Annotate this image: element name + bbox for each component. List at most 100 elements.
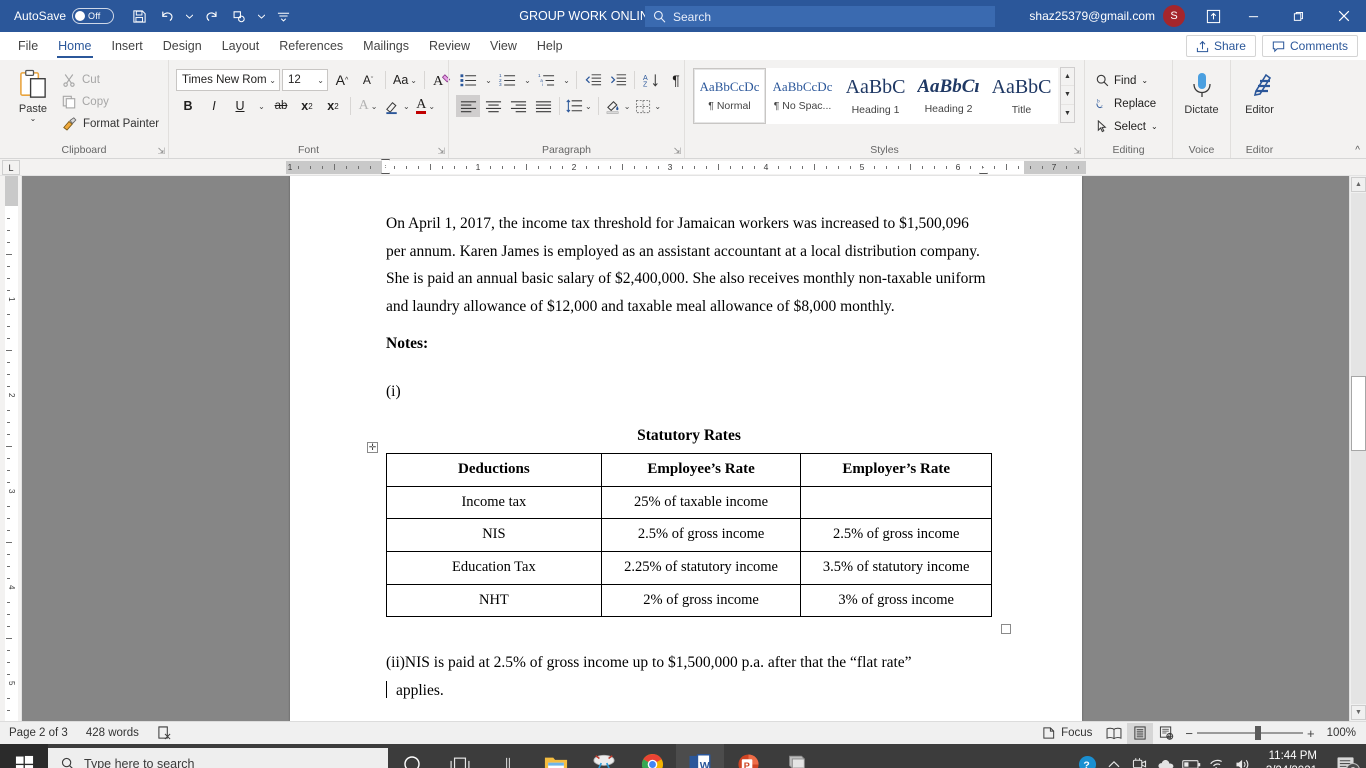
cell-employee-2[interactable]: 2.25% of statutory income — [600, 550, 802, 585]
zoom-out-button[interactable]: − — [1185, 726, 1193, 741]
vertical-ruler[interactable]: 1 2 3 4 5 — [0, 176, 22, 721]
redo-icon[interactable] — [198, 4, 224, 28]
justify-button[interactable] — [531, 95, 555, 117]
print-layout-button[interactable] — [1127, 722, 1154, 744]
shrink-font-button[interactable]: Aˇ — [356, 69, 380, 91]
file-explorer-icon[interactable] — [532, 744, 580, 768]
minimize-button[interactable] — [1231, 0, 1276, 32]
multilevel-list-button[interactable]: 1ai — [534, 69, 558, 91]
tab-home[interactable]: Home — [48, 32, 101, 60]
read-mode-button[interactable] — [1101, 723, 1127, 744]
numbering-button[interactable]: 123 — [495, 69, 519, 91]
tab-layout[interactable]: Layout — [212, 32, 270, 60]
word-icon[interactable]: W — [676, 744, 724, 768]
cell-employer-3[interactable]: 3% of gross income — [800, 583, 992, 618]
styles-gallery-scrollbar[interactable]: ▲ ▼ ▼ — [1060, 67, 1075, 123]
subscript-button[interactable]: x2 — [295, 95, 319, 117]
powerpoint-icon[interactable]: P — [724, 744, 772, 768]
bullets-button[interactable] — [456, 69, 480, 91]
paste-button[interactable]: Paste ⌄ — [7, 65, 59, 123]
styles-scroll-up-icon[interactable]: ▲ — [1061, 68, 1074, 87]
cortana-icon[interactable] — [388, 744, 436, 768]
zoom-thumb[interactable] — [1254, 726, 1261, 740]
zoom-slider[interactable]: − + — [1179, 726, 1320, 741]
font-size-input[interactable]: 12 ⌄ — [282, 69, 328, 91]
paragraph-note-ii[interactable]: (ii)NIS is paid at 2.5% of gross income … — [386, 649, 992, 677]
close-button[interactable] — [1321, 0, 1366, 32]
taskbar-search-box[interactable]: Type here to search — [48, 748, 388, 768]
font-name-input[interactable]: Times New Rom ⌄ — [176, 69, 280, 91]
tab-stop-selector[interactable]: L — [2, 160, 20, 175]
tab-references[interactable]: References — [269, 32, 353, 60]
italic-button[interactable]: I — [202, 95, 226, 117]
text-effects-button[interactable]: A ⌄ — [356, 95, 380, 117]
document-body[interactable]: On April 1, 2017, the income tax thresho… — [367, 210, 1011, 704]
search-box[interactable]: Search — [645, 6, 995, 27]
scroll-down-icon[interactable]: ▼ — [1351, 705, 1366, 720]
text-highlight-button[interactable]: ⌄ — [382, 95, 412, 117]
sort-button[interactable]: AZ — [639, 69, 663, 91]
paragraph-dialog-launcher-icon[interactable]: ⇲ — [673, 146, 681, 157]
increase-indent-button[interactable] — [606, 69, 630, 91]
table-row[interactable]: Education Tax 2.25% of statutory income … — [386, 550, 992, 585]
vertical-scrollbar[interactable]: ▲ ▼ — [1349, 176, 1366, 721]
cell-employer-2[interactable]: 3.5% of statutory income — [800, 550, 992, 585]
restore-button[interactable] — [1276, 0, 1321, 32]
notifications-button[interactable]: 8 — [1326, 744, 1366, 768]
scroll-up-icon[interactable]: ▲ — [1351, 177, 1366, 192]
paragraph-notes-heading[interactable]: Notes: — [386, 330, 992, 358]
zoom-in-button[interactable]: + — [1307, 726, 1315, 741]
touch-mode-dropdown-icon[interactable] — [254, 4, 268, 28]
dictate-button[interactable]: Dictate — [1180, 65, 1223, 116]
cell-deduction-3[interactable]: NHT — [386, 583, 602, 618]
styles-more-icon[interactable]: ▼ — [1061, 105, 1074, 122]
bold-button[interactable]: B — [176, 95, 200, 117]
font-name-dropdown-icon[interactable]: ⌄ — [269, 76, 276, 85]
snipping-tool-icon[interactable] — [580, 744, 628, 768]
cell-employee-1[interactable]: 2.5% of gross income — [600, 518, 802, 552]
touch-mode-icon[interactable] — [226, 4, 252, 28]
save-icon[interactable] — [126, 4, 152, 28]
numbering-dropdown-icon[interactable]: ⌄ — [520, 69, 533, 91]
superscript-button[interactable]: x2 — [321, 95, 345, 117]
document-page[interactable]: On April 1, 2017, the income tax thresho… — [290, 176, 1082, 721]
scroll-thumb[interactable] — [1351, 376, 1366, 451]
tab-design[interactable]: Design — [153, 32, 212, 60]
cell-deduction-0[interactable]: Income tax — [386, 485, 602, 520]
select-button[interactable]: Select ⌄ — [1092, 116, 1162, 137]
change-case-button[interactable]: Aa ⌄ — [391, 69, 419, 91]
align-center-button[interactable] — [481, 95, 505, 117]
font-size-dropdown-icon[interactable]: ⌄ — [317, 76, 324, 85]
collapse-ribbon-icon[interactable]: ^ — [1355, 145, 1360, 156]
start-button[interactable] — [0, 744, 48, 768]
autosave-switch[interactable]: Off — [72, 8, 115, 24]
statutory-rates-table[interactable]: Deductions Employee’s Rate Employer’s Ra… — [386, 453, 992, 618]
shading-button[interactable]: ⌄ — [603, 95, 633, 117]
autosave-toggle[interactable]: AutoSave Off — [14, 8, 115, 24]
styles-dialog-launcher-icon[interactable]: ⇲ — [1073, 146, 1081, 157]
grow-font-button[interactable]: A ^ — [330, 69, 354, 91]
style-no-spacing[interactable]: AaBbCcDc ¶ No Spac... — [766, 68, 839, 124]
share-button[interactable]: Share — [1185, 35, 1256, 57]
widgets-icon[interactable] — [484, 744, 532, 768]
page-indicator[interactable]: Page 2 of 3 — [0, 722, 77, 745]
table-resize-handle[interactable] — [1001, 624, 1011, 635]
table-row[interactable]: NIS 2.5% of gross income 2.5% of gross i… — [386, 518, 992, 552]
tab-help[interactable]: Help — [527, 32, 573, 60]
cell-employee-0[interactable]: 25% of taxable income — [600, 485, 802, 520]
cell-deduction-2[interactable]: Education Tax — [386, 550, 602, 585]
clipboard-dialog-launcher-icon[interactable]: ⇲ — [157, 146, 165, 157]
show-hidden-icons-icon[interactable] — [1101, 744, 1127, 768]
strikethrough-button[interactable]: ab — [269, 95, 293, 117]
customize-qat-icon[interactable] — [270, 4, 296, 28]
style-normal[interactable]: AaBbCcDc ¶ Normal — [693, 68, 766, 124]
battery-icon[interactable] — [1179, 744, 1205, 768]
paste-dropdown-icon[interactable]: ⌄ — [30, 115, 37, 123]
tab-mailings[interactable]: Mailings — [353, 32, 419, 60]
help-icon[interactable]: ? — [1075, 744, 1101, 768]
replace-button[interactable]: bc Replace — [1092, 93, 1162, 114]
cut-button[interactable]: Cut — [59, 70, 159, 89]
align-left-button[interactable] — [456, 95, 480, 117]
volume-icon[interactable] — [1231, 744, 1257, 768]
cell-deduction-1[interactable]: NIS — [386, 518, 602, 552]
